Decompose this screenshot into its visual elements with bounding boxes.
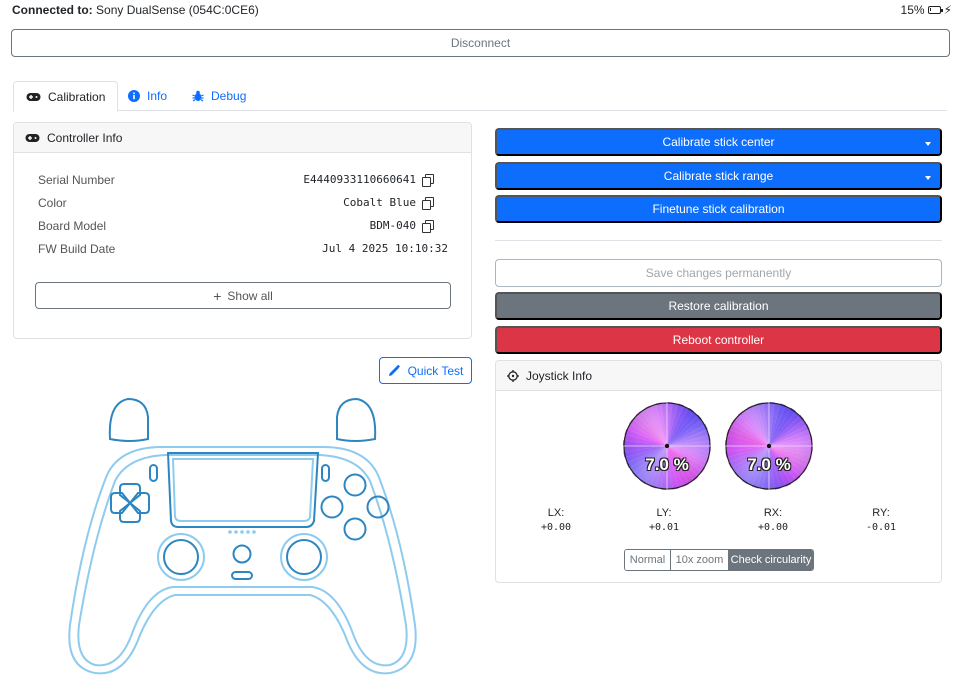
mode-circularity-button[interactable]: Check circularity	[729, 550, 813, 570]
calibrate-range-button[interactable]: Calibrate stick range	[495, 162, 942, 190]
info-row-board: Board Model BDM-040	[38, 219, 448, 235]
copy-icon[interactable]	[422, 196, 434, 210]
info-row-color: Color Cobalt Blue	[38, 196, 448, 212]
info-icon	[128, 90, 140, 102]
right-stick-display: 7.0 %	[724, 401, 814, 491]
right-stick-circle	[725, 402, 813, 490]
divider	[495, 240, 942, 241]
board-model-value: BDM-040	[369, 219, 416, 232]
battery-icon	[927, 6, 943, 14]
controller-info-header: Controller Info	[14, 123, 471, 153]
plus-icon: +	[213, 287, 222, 304]
finetune-button[interactable]: Finetune stick calibration	[495, 195, 942, 223]
copy-icon[interactable]	[422, 219, 434, 233]
serial-number-value: E4440933110660641	[303, 173, 416, 186]
axis-value: +0.00	[540, 522, 572, 533]
info-label: FW Build Date	[38, 242, 116, 256]
tab-info[interactable]: Info	[116, 81, 179, 111]
bug-icon	[192, 90, 204, 102]
calibrate-range-label: Calibrate stick range	[663, 169, 774, 183]
right-circularity-value: 7.0 %	[747, 455, 791, 474]
axis-label: LX:	[547, 507, 565, 519]
info-label: Board Model	[38, 219, 107, 233]
calibrate-center-button[interactable]: Calibrate stick center	[495, 128, 942, 156]
battery-status: 15% ⚡	[901, 3, 952, 17]
device-name: Sony DualSense (054C:0CE6)	[96, 3, 259, 17]
axis-value: -0.01	[865, 522, 897, 533]
axis-value: +0.01	[648, 522, 680, 533]
axis-value: +0.00	[757, 522, 789, 533]
quick-test-button[interactable]: Quick Test	[379, 357, 472, 384]
axis-ry: RY: -0.01	[851, 507, 911, 533]
info-row-fw-date: FW Build Date Jul 4 2025 10:10:32	[38, 242, 448, 258]
save-changes-button[interactable]: Save changes permanently	[495, 259, 942, 287]
axis-ly: LY: +0.01	[634, 507, 694, 533]
axis-label: RX:	[763, 507, 783, 519]
info-label: Color	[38, 196, 67, 210]
mode-zoom-button[interactable]: 10x zoom	[671, 550, 729, 570]
chevron-down-icon	[925, 142, 931, 146]
battery-percent: 15%	[900, 3, 925, 17]
axis-lx: LX: +0.00	[526, 507, 586, 533]
tab-calibration[interactable]: Calibration	[13, 81, 119, 112]
fw-build-date-value: Jul 4 2025 10:10:32	[322, 242, 448, 255]
color-value: Cobalt Blue	[343, 196, 416, 209]
joystick-info-title: Joystick Info	[526, 368, 593, 383]
tab-info-label: Info	[147, 89, 168, 103]
axis-label: RY:	[872, 507, 890, 519]
info-value-wrap: E4440933110660641	[303, 173, 434, 187]
info-row-serial: Serial Number E4440933110660641	[38, 173, 448, 189]
reboot-controller-button[interactable]: Reboot controller	[495, 326, 942, 354]
chevron-down-icon	[925, 176, 931, 180]
main-tabs: Calibration Info Debug	[13, 81, 947, 112]
axis-label: LY:	[656, 507, 672, 519]
info-value-wrap: BDM-040	[369, 219, 434, 233]
controller-info-card: Controller Info Serial Number E444093311…	[13, 122, 472, 339]
display-mode-group: Normal 10x zoom Check circularity	[624, 549, 814, 571]
status-bar: Connected to: Sony DualSense (054C:0CE6)…	[12, 3, 952, 19]
disconnect-button[interactable]: Disconnect	[11, 29, 950, 57]
tab-calibration-label: Calibration	[48, 89, 106, 104]
show-all-label: Show all	[227, 288, 273, 303]
mode-normal-button[interactable]: Normal	[625, 550, 671, 570]
left-circularity-value: 7.0 %	[645, 455, 689, 474]
tab-debug[interactable]: Debug	[180, 81, 258, 111]
axis-rx: RX: +0.00	[743, 507, 803, 533]
charging-bolt-icon: ⚡	[943, 3, 952, 17]
calibrate-center-label: Calibrate stick center	[662, 135, 775, 149]
controller-illustration	[68, 397, 417, 675]
gamepad-icon	[25, 133, 40, 142]
left-stick-display: 7.0 %	[622, 401, 712, 491]
copy-icon[interactable]	[422, 173, 434, 187]
info-label: Serial Number	[38, 173, 115, 187]
info-value-wrap: Jul 4 2025 10:10:32	[322, 242, 448, 255]
info-value-wrap: Cobalt Blue	[343, 196, 434, 210]
quick-test-label: Quick Test	[407, 363, 464, 378]
left-stick-circle	[623, 402, 711, 490]
crosshair-icon	[507, 369, 519, 382]
pencil-icon	[388, 364, 400, 376]
show-all-button[interactable]: + Show all	[35, 282, 451, 309]
controller-info-title: Controller Info	[47, 130, 123, 145]
joystick-info-header: Joystick Info	[496, 361, 941, 391]
connected-label: Connected to:	[12, 3, 93, 17]
tab-debug-label: Debug	[211, 89, 247, 103]
restore-calibration-button[interactable]: Restore calibration	[495, 292, 942, 320]
gamepad-icon	[26, 92, 41, 101]
